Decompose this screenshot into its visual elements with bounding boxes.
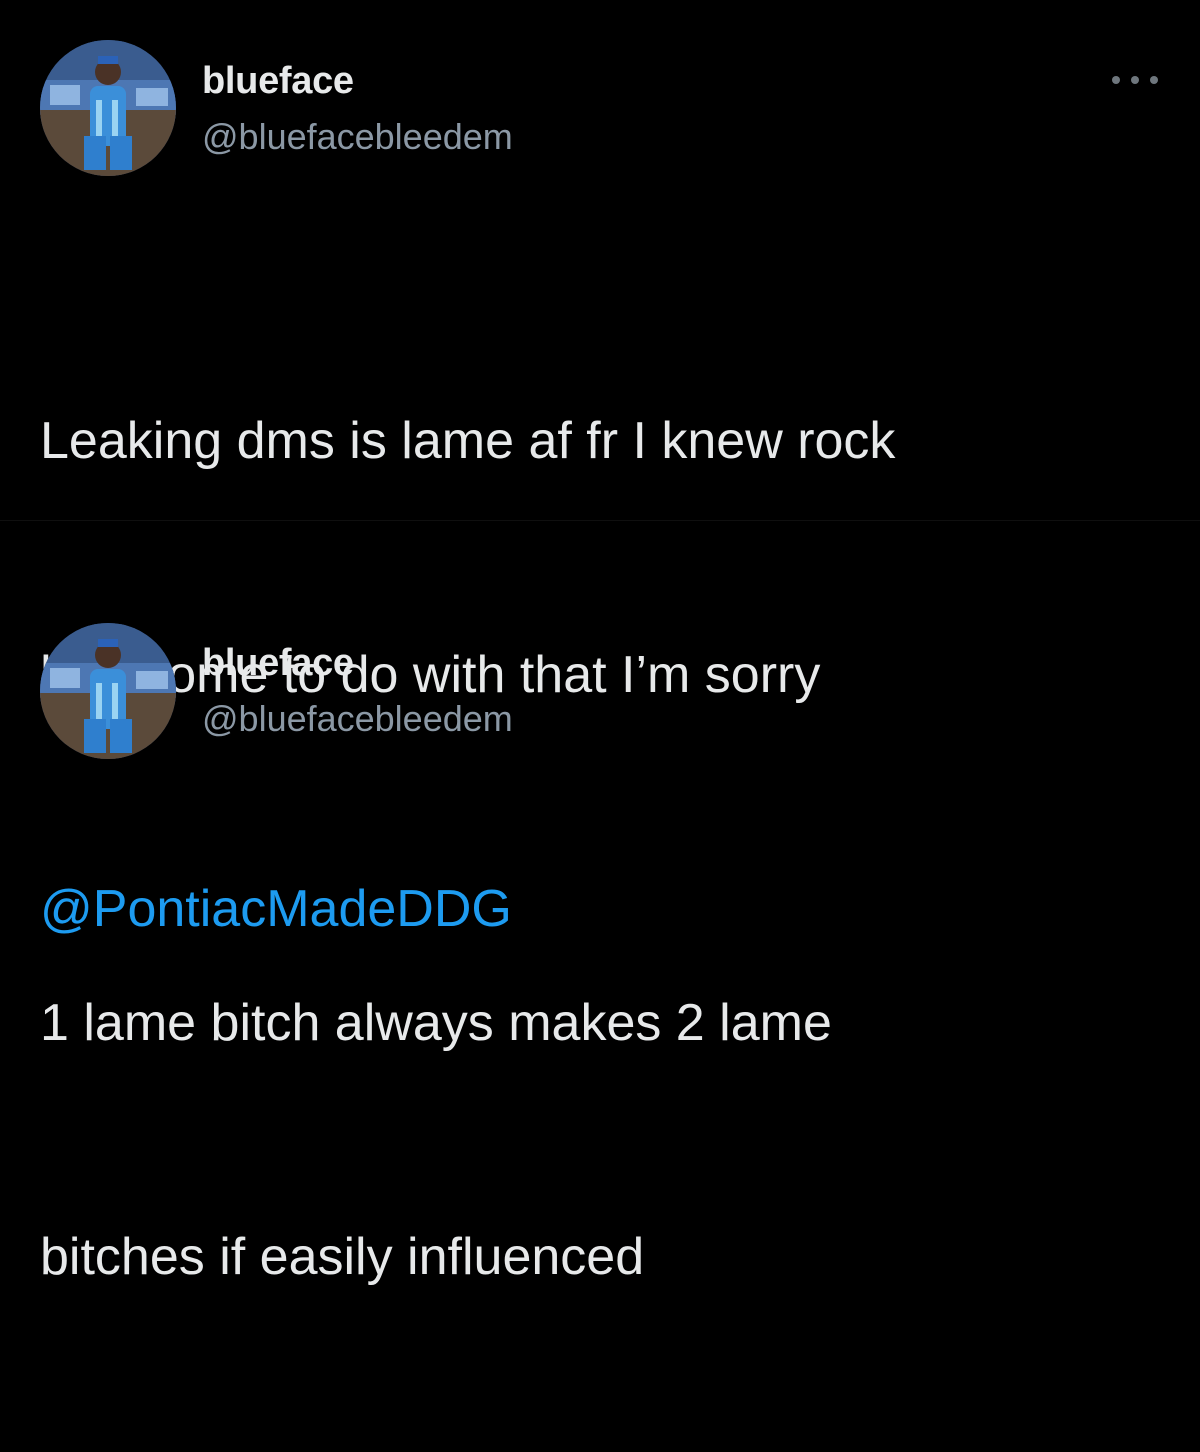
more-dot (1150, 76, 1158, 84)
tweet-card[interactable]: blueface @bluefacebleedem 1 lame bitch a… (0, 580, 1200, 1286)
tweet-text-line: Leaking dms is lame af fr I knew rock (40, 412, 896, 470)
more-dot (1112, 76, 1120, 84)
profile-avatar[interactable] (40, 623, 176, 759)
user-handle[interactable]: @bluefacebleedem (202, 116, 513, 158)
tweet-text: 1 lame bitch always makes 2 lame bitches… (40, 828, 1160, 1452)
display-name[interactable]: blueface (202, 60, 354, 103)
tweet-text-line: 1 lame bitch always makes 2 lame (40, 994, 832, 1052)
avatar-image (40, 623, 176, 759)
tweet-text-line: bitches if easily influenced (40, 1228, 645, 1286)
avatar-image (40, 40, 176, 176)
more-options-icon[interactable] (1112, 70, 1158, 90)
more-dot (1131, 76, 1139, 84)
display-name[interactable]: blueface (202, 642, 354, 685)
profile-avatar[interactable] (40, 40, 176, 176)
user-handle[interactable]: @bluefacebleedem (202, 698, 513, 740)
tweet-card[interactable]: blueface @bluefacebleedem Leaking dms is… (0, 0, 1200, 938)
